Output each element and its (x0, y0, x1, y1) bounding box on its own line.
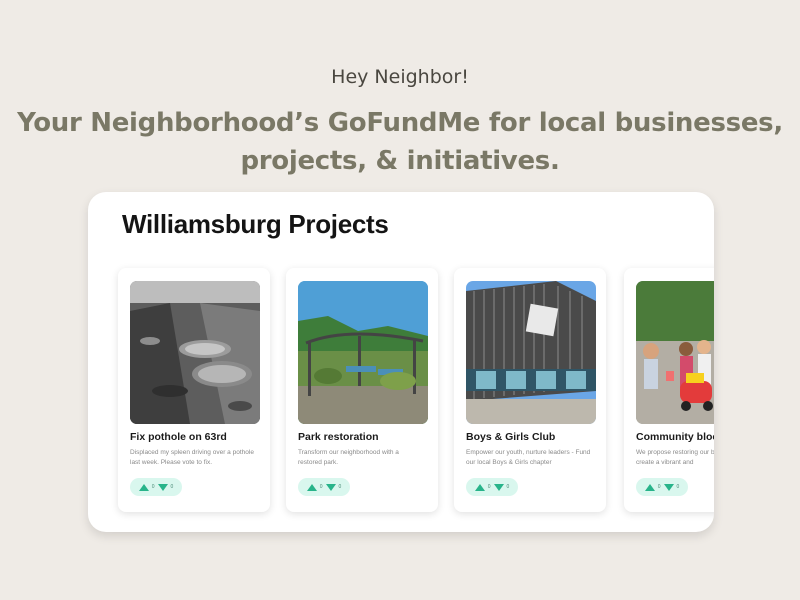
downvote-icon[interactable] (157, 483, 168, 491)
greeting: Hey Neighbor! (331, 66, 469, 88)
upvote-count: 0 (487, 484, 491, 490)
hero-tagline-text: Your Neighborhood’s GoFundMe for local b… (17, 108, 783, 176)
vote-pill: 0 0 (466, 478, 518, 496)
project-title: Fix pothole on 63rd (130, 431, 227, 443)
upvote-count: 0 (151, 484, 155, 490)
upvote-count: 0 (657, 484, 661, 490)
upvote-icon[interactable] (138, 483, 149, 491)
hero-tagline: Your Neighborhood’s GoFundMe for local b… (10, 104, 790, 180)
downvote-count: 0 (170, 484, 174, 490)
pothole-photo (130, 281, 260, 424)
project-description: We propose restoring our block party. To… (636, 449, 714, 466)
downvote-count: 0 (506, 484, 510, 490)
downvote-icon[interactable] (325, 483, 336, 491)
upvote-icon[interactable] (474, 483, 485, 491)
project-title: Park restoration (298, 431, 379, 443)
project-description: Empower our youth, nurture leaders - Fun… (466, 449, 591, 466)
project-cards: Fix pothole on 63rd Displaced my spleen … (88, 192, 714, 532)
project-description: Transform our neighborhood with a restor… (298, 449, 399, 466)
downvote-icon[interactable] (493, 483, 504, 491)
park-photo (298, 281, 428, 424)
project-card[interactable]: Park restoration Transform our neighborh… (286, 268, 438, 512)
upvote-icon[interactable] (306, 483, 317, 491)
downvote-icon[interactable] (663, 483, 674, 491)
vote-pill: 0 0 (298, 478, 350, 496)
project-card[interactable]: Fix pothole on 63rd Displaced my spleen … (118, 268, 270, 512)
vote-pill: 0 0 (130, 478, 182, 496)
downvote-count: 0 (676, 484, 680, 490)
block-party-photo (636, 281, 714, 424)
club-building-photo (466, 281, 596, 424)
upvote-count: 0 (319, 484, 323, 490)
project-card[interactable]: Boys & Girls Club Empower our youth, nur… (454, 268, 606, 512)
project-title: Boys & Girls Club (466, 431, 556, 443)
project-title: Community block party (636, 431, 714, 443)
project-card[interactable]: Community block party We propose restori… (624, 268, 714, 512)
project-description: Displaced my spleen driving over a potho… (130, 449, 254, 466)
vote-pill: 0 0 (636, 478, 688, 496)
hero-tagline-period: . (549, 146, 560, 176)
projects-panel: Williamsburg Projects Fix pothole on 63r… (88, 192, 714, 532)
upvote-icon[interactable] (644, 483, 655, 491)
downvote-count: 0 (338, 484, 342, 490)
